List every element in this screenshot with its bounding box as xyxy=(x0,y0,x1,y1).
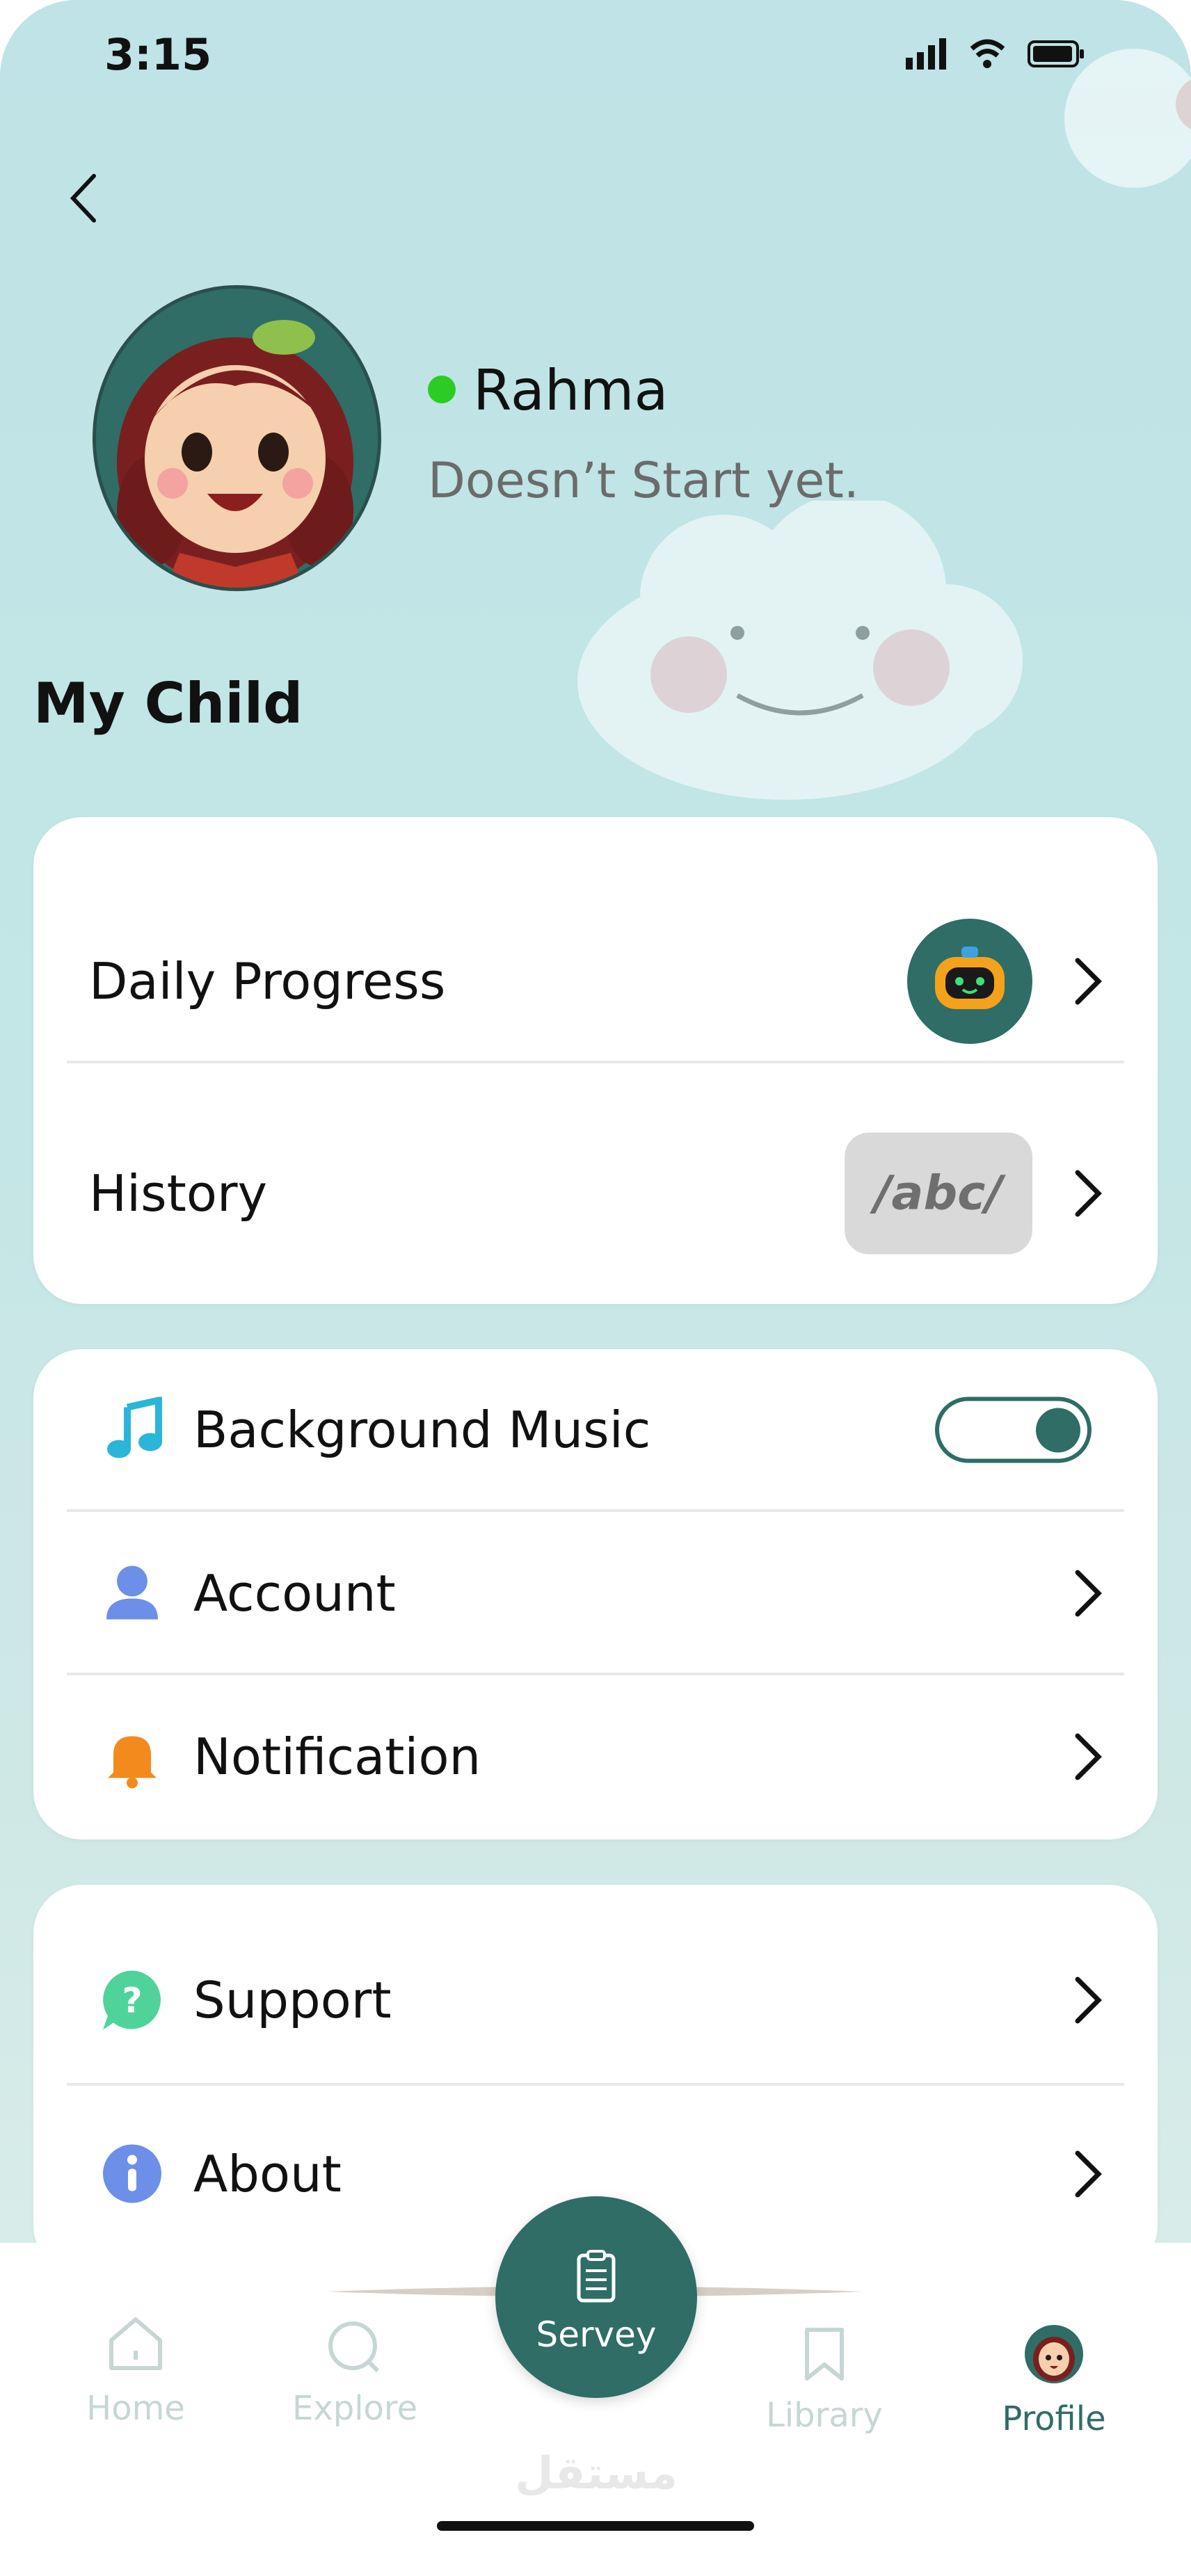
online-status-dot xyxy=(428,376,456,403)
divider xyxy=(67,1061,1124,1063)
battery-icon xyxy=(1028,40,1084,67)
child-name: Rahma xyxy=(473,358,669,423)
watermark: مستقل xyxy=(515,2448,678,2499)
person-icon xyxy=(106,1565,158,1620)
nav-profile[interactable]: Profile xyxy=(995,2323,1113,2438)
clipboard-icon xyxy=(577,2250,616,2303)
home-indicator xyxy=(437,2521,754,2531)
robot-icon xyxy=(907,919,1032,1044)
nav-home[interactable]: Home xyxy=(83,2312,188,2428)
background-music-label: Background Music xyxy=(193,1401,651,1459)
child-status: Doesn’t Start yet. xyxy=(428,452,860,509)
history-row[interactable]: History /abc/ xyxy=(33,1113,1158,1274)
section-title: My Child xyxy=(33,671,303,736)
nav-explore[interactable]: Explore xyxy=(292,2319,417,2428)
search-icon xyxy=(328,2321,380,2373)
status-icons xyxy=(906,38,1087,70)
account-row[interactable]: Account xyxy=(33,1513,1158,1674)
child-card: Daily Progress History /abc/ xyxy=(33,817,1158,1304)
survey-button[interactable]: Servey xyxy=(495,2196,697,2398)
chevron-right-icon xyxy=(1075,1170,1102,1217)
home-icon xyxy=(109,2317,162,2370)
account-label: Account xyxy=(193,1564,396,1623)
toggle-knob xyxy=(1036,1408,1080,1452)
settings-card: Background Music Account Notification xyxy=(33,1349,1158,1840)
question-icon: ? xyxy=(103,1970,161,2030)
background-music-toggle[interactable] xyxy=(935,1396,1092,1463)
support-row[interactable]: ? Support xyxy=(33,1919,1158,2081)
notification-label: Notification xyxy=(193,1728,481,1786)
divider xyxy=(67,2083,1124,2086)
wifi-icon xyxy=(970,39,1005,68)
daily-progress-row[interactable]: Daily Progress xyxy=(33,901,1158,1062)
status-bar: 3:15 xyxy=(0,0,1191,104)
bell-icon xyxy=(108,1736,157,1789)
divider xyxy=(67,1509,1124,1512)
nav-library[interactable]: Library xyxy=(765,2326,884,2435)
notification-row[interactable]: Notification xyxy=(33,1676,1158,1837)
chevron-right-icon xyxy=(1075,2150,1102,2198)
back-chevron-icon[interactable] xyxy=(63,170,104,226)
chevron-right-icon xyxy=(1075,1733,1102,1780)
info-icon xyxy=(103,2144,161,2203)
signal-icon xyxy=(906,38,946,70)
nav-profile-label: Profile xyxy=(1002,2399,1106,2438)
nav-explore-label: Explore xyxy=(292,2389,418,2428)
history-label: History xyxy=(89,1164,268,1223)
child-avatar xyxy=(93,285,381,591)
profile-screen: 3:15 Rahma Doesn’t Start yet. My Child D… xyxy=(0,0,1191,2576)
support-label: Support xyxy=(193,1971,392,2029)
nav-home-label: Home xyxy=(86,2389,185,2428)
chevron-right-icon xyxy=(1075,1570,1102,1617)
svg-text:?: ? xyxy=(122,1981,142,2021)
divider xyxy=(67,1673,1124,1675)
nav-library-label: Library xyxy=(766,2396,883,2435)
chevron-right-icon xyxy=(1075,1977,1102,2024)
background-music-row: Background Music xyxy=(33,1349,1158,1511)
music-note-icon xyxy=(107,1396,162,1458)
chevron-right-icon xyxy=(1075,958,1102,1005)
smiling-cloud-decoration xyxy=(577,501,1023,800)
profile-avatar-icon xyxy=(1025,2325,1083,2383)
daily-progress-label: Daily Progress xyxy=(89,952,446,1011)
bookmark-icon xyxy=(805,2328,844,2381)
about-label: About xyxy=(193,2145,342,2203)
survey-label: Servey xyxy=(536,2315,657,2355)
girl-avatar-icon xyxy=(96,289,378,588)
status-time: 3:15 xyxy=(104,29,212,80)
abc-badge: /abc/ xyxy=(845,1132,1032,1255)
